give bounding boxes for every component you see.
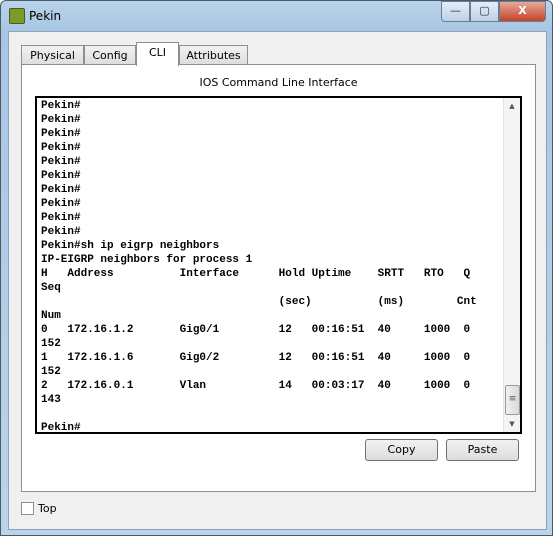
close-button[interactable]: X (499, 1, 546, 22)
window-title: Pekin (29, 9, 62, 23)
terminal-line: Seq (41, 282, 61, 294)
tab-attributes[interactable]: Attributes (179, 45, 248, 65)
maximize-button[interactable]: ▢ (470, 1, 499, 22)
terminal-line: 1 172.16.1.6 Gig0/2 12 00:16:51 40 1000 … (41, 352, 471, 364)
terminal-line: IP-EIGRP neighbors for process 1 (41, 254, 253, 266)
scroll-thumb[interactable]: ≡ (505, 385, 520, 415)
tab-cli[interactable]: CLI (136, 42, 179, 66)
terminal-line: 152 (41, 338, 61, 350)
tab-config[interactable]: Config (84, 45, 136, 65)
scroll-down-icon[interactable]: ▼ (504, 416, 520, 432)
terminal-line: Pekin# (41, 128, 81, 140)
terminal-line: 152 (41, 366, 61, 378)
terminal-line: Num (41, 310, 61, 322)
terminal-line: 2 172.16.0.1 Vlan 14 00:03:17 40 1000 0 (41, 380, 471, 392)
terminal-line: Pekin# (41, 114, 81, 126)
paste-button[interactable]: Paste (446, 439, 519, 461)
terminal-line: Pekin# (41, 198, 81, 210)
terminal-line: Pekin# (41, 184, 81, 196)
terminal-output[interactable]: Pekin# Pekin# Pekin# Pekin# Pekin# Pekin# Peki… (41, 99, 477, 434)
app-icon (9, 8, 25, 24)
terminal-line: 0 172.16.1.2 Gig0/1 12 00:16:51 40 1000 … (41, 324, 471, 336)
terminal-line: Pekin# (41, 170, 81, 182)
window-body: Physical Config CLI Attributes IOS Comma… (8, 31, 547, 530)
top-checkbox[interactable] (21, 502, 34, 515)
terminal-line: Pekin#sh ip eigrp neighbors (41, 240, 220, 252)
cli-heading: IOS Command Line Interface (199, 76, 358, 89)
terminal-scrollbar[interactable]: ▲ ≡ ▼ (503, 98, 520, 432)
tab-physical[interactable]: Physical (21, 45, 84, 65)
terminal-line: Pekin# (41, 422, 81, 434)
cli-panel: IOS Command Line Interface Pekin# Pekin# P… (21, 64, 536, 492)
device-window: Pekin — ▢ X Physical Config CLI Attribut… (0, 0, 553, 536)
minimize-button[interactable]: — (441, 1, 470, 22)
top-checkbox-label: Top (38, 502, 57, 515)
scroll-up-icon[interactable]: ▲ (504, 98, 520, 114)
copy-button[interactable]: Copy (365, 439, 438, 461)
terminal-line: Pekin# (41, 156, 81, 168)
terminal-line: 143 (41, 394, 61, 406)
cli-terminal[interactable]: Pekin# Pekin# Pekin# Pekin# Pekin# Pekin# Peki… (35, 96, 522, 434)
terminal-line: Pekin# (41, 100, 81, 112)
terminal-line: Pekin# (41, 212, 81, 224)
terminal-line: H Address Interface Hold Uptime SRTT RTO… (41, 268, 471, 280)
terminal-line: (sec) (ms) Cnt (41, 296, 477, 308)
terminal-line: Pekin# (41, 142, 81, 154)
terminal-line: Pekin# (41, 226, 81, 238)
